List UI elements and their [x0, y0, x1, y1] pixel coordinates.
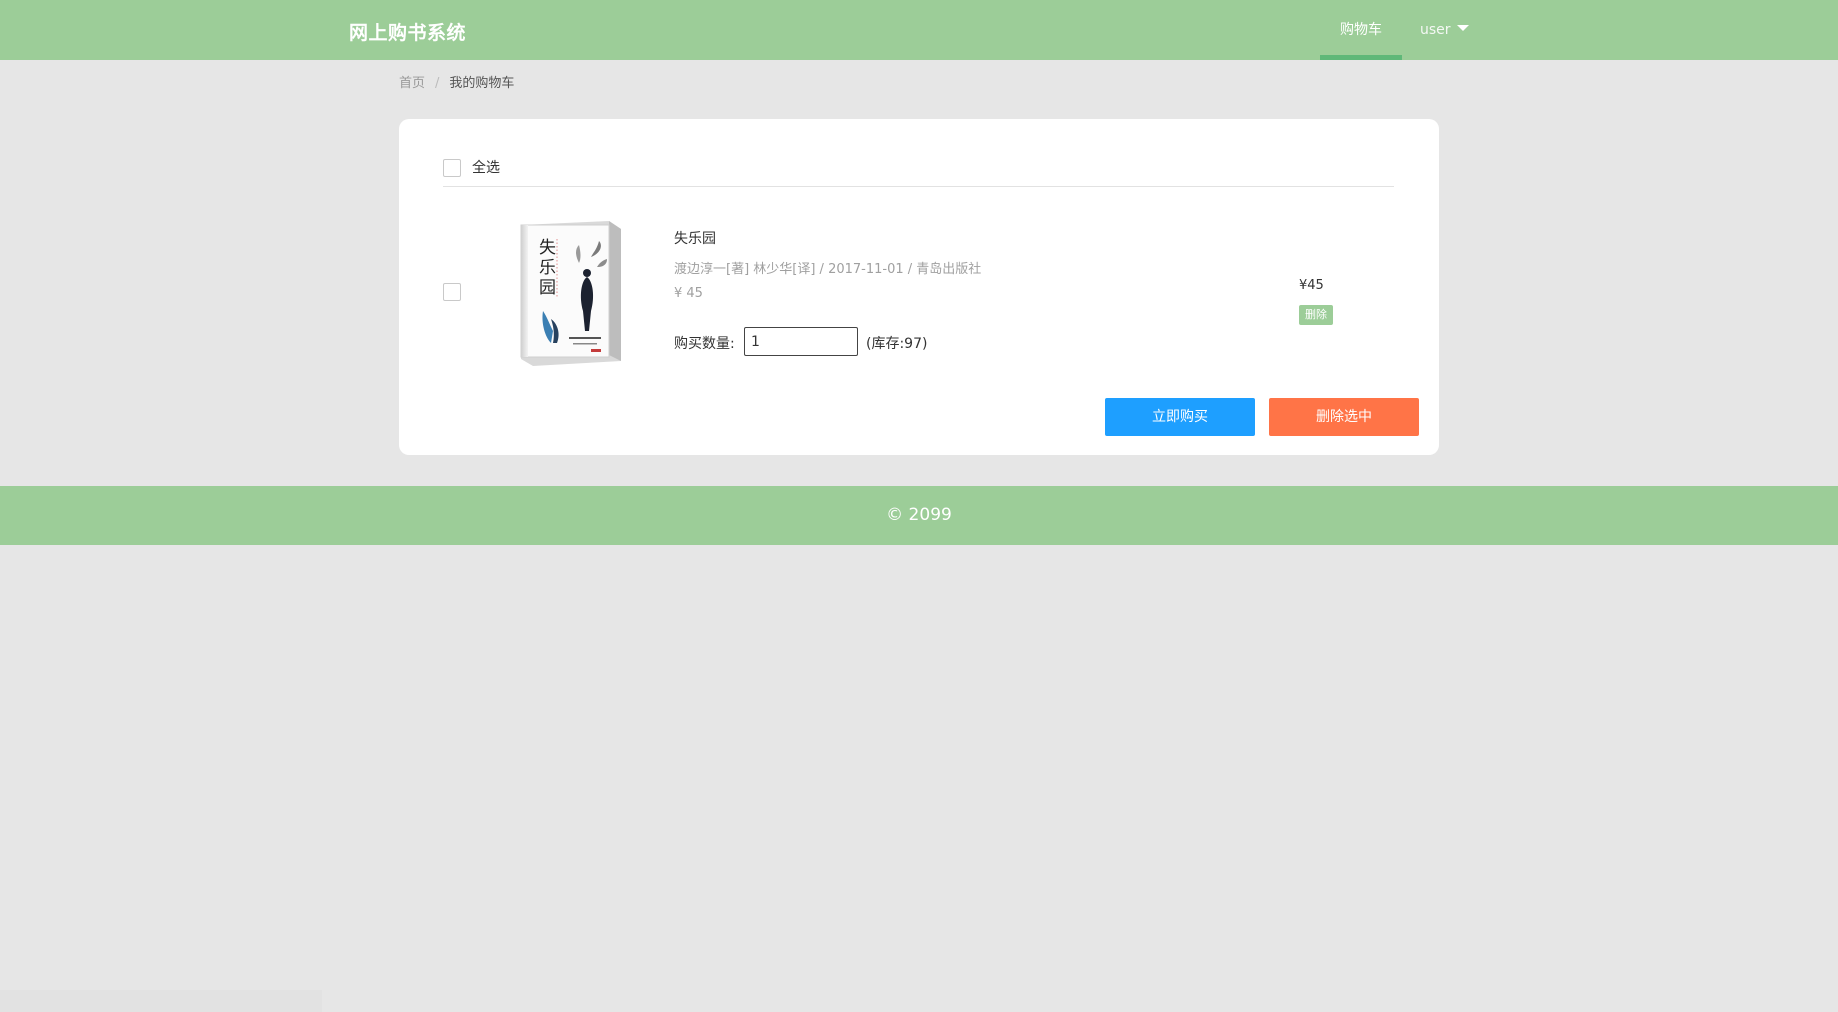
breadcrumb-separator: /: [435, 76, 440, 91]
nav-cart-label: 购物车: [1340, 22, 1382, 38]
cart-panel: 全选 失乐园 失乐园 渡边淳一[著] 林少华[译] / 2017-11-01 /…: [399, 119, 1439, 455]
buy-now-button[interactable]: 立即购买: [1105, 398, 1255, 436]
item-subtotal: ¥45: [1299, 278, 1324, 293]
nav-active-indicator: [1320, 55, 1402, 60]
quantity-input[interactable]: [744, 327, 858, 356]
top-navbar: 网上购书系统 购物车 user: [0, 0, 1838, 60]
status-strip: [0, 990, 322, 1012]
delete-selected-button[interactable]: 删除选中: [1269, 398, 1419, 436]
select-all-label: 全选: [472, 160, 500, 176]
nav-user-menu[interactable]: user: [1420, 0, 1469, 60]
nav-user-label: user: [1420, 22, 1451, 38]
breadcrumb: 首页 / 我的购物车: [399, 72, 514, 91]
caret-down-icon: [1456, 25, 1469, 31]
footer-copyright: © 2099: [886, 505, 952, 525]
book-title[interactable]: 失乐园: [674, 228, 716, 248]
quantity-label: 购买数量:: [674, 336, 735, 352]
select-all-checkbox[interactable]: [443, 159, 461, 177]
breadcrumb-home[interactable]: 首页: [399, 76, 425, 91]
cover-title-char-1: 失乐园: [539, 238, 556, 298]
book-meta: 渡边淳一[著] 林少华[译] / 2017-11-01 / 青岛出版社: [674, 262, 982, 277]
breadcrumb-current: 我的购物车: [449, 76, 515, 91]
item-checkbox[interactable]: [443, 283, 461, 301]
footer: © 2099: [0, 486, 1838, 545]
stock-count: (库存:97): [866, 336, 928, 352]
delete-item-button[interactable]: 删除: [1299, 305, 1333, 325]
site-brand[interactable]: 网上购书系统: [349, 18, 466, 45]
nav-cart[interactable]: 购物车: [1320, 0, 1402, 60]
book-unit-price: ¥ 45: [674, 286, 703, 301]
book-cover-image[interactable]: 失乐园: [517, 219, 623, 367]
divider: [443, 186, 1394, 187]
